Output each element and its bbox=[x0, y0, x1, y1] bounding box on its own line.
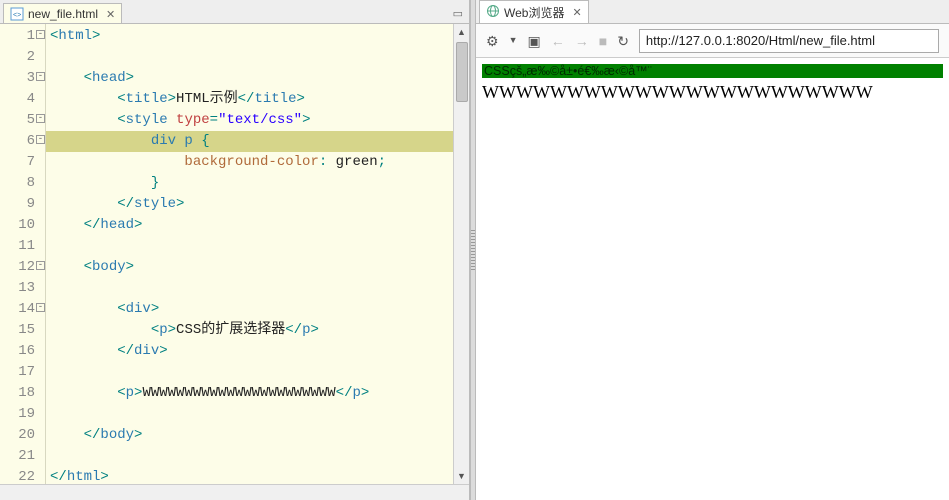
browser-tabbar: Web浏览器 ✕ bbox=[476, 0, 949, 24]
sash-handle-icon bbox=[471, 230, 475, 270]
browser-tab[interactable]: Web浏览器 ✕ bbox=[479, 0, 589, 23]
scroll-thumb[interactable] bbox=[456, 42, 468, 102]
code-line[interactable] bbox=[46, 278, 469, 299]
line-number: 1- bbox=[0, 26, 45, 47]
restore-icon[interactable]: ▭ bbox=[453, 7, 463, 20]
editor-tab-label: new_file.html bbox=[28, 7, 98, 21]
code-line[interactable]: } bbox=[46, 173, 469, 194]
editor-panel: <> new_file.html ✕ ▭ 1-23-45-6-789101112… bbox=[0, 0, 470, 500]
fold-toggle-icon[interactable]: - bbox=[36, 303, 45, 312]
line-number: 9 bbox=[0, 194, 45, 215]
code-area[interactable]: <html> <head> <title>HTML示例</title> <sty… bbox=[46, 24, 469, 484]
code-line[interactable] bbox=[46, 47, 469, 68]
code-line[interactable]: </div> bbox=[46, 341, 469, 362]
code-line[interactable]: <p>WWWWWWWWWWWWWWWWWWWWWWW</p> bbox=[46, 383, 469, 404]
line-number: 11 bbox=[0, 236, 45, 257]
gear-icon[interactable]: ⚙ bbox=[486, 34, 499, 48]
fold-toggle-icon[interactable]: - bbox=[36, 72, 45, 81]
html-file-icon: <> bbox=[10, 7, 24, 21]
line-number: 22 bbox=[0, 467, 45, 484]
terminal-icon[interactable]: ▣ bbox=[527, 34, 540, 48]
line-number: 13 bbox=[0, 278, 45, 299]
vertical-scrollbar[interactable]: ▲ ▼ bbox=[453, 24, 469, 484]
svg-text:<>: <> bbox=[13, 12, 21, 19]
line-number: 14- bbox=[0, 299, 45, 320]
rendered-plain-paragraph: WWWWWWWWWWWWWWWWWWWWWWW bbox=[482, 82, 943, 103]
code-line[interactable] bbox=[46, 236, 469, 257]
url-input[interactable] bbox=[639, 29, 939, 53]
code-line[interactable]: <style type="text/css"> bbox=[46, 110, 469, 131]
line-number: 19 bbox=[0, 404, 45, 425]
close-icon[interactable]: ✕ bbox=[572, 6, 581, 19]
close-icon[interactable]: ✕ bbox=[106, 8, 115, 21]
code-line[interactable] bbox=[46, 404, 469, 425]
reload-icon[interactable]: ↻ bbox=[617, 34, 629, 48]
editor-body: 1-23-45-6-789101112-1314-151617181920212… bbox=[0, 24, 469, 484]
editor-tabbar: <> new_file.html ✕ ▭ bbox=[0, 0, 469, 24]
line-number: 10 bbox=[0, 215, 45, 236]
stop-icon[interactable]: ■ bbox=[599, 34, 607, 48]
browser-panel: Web浏览器 ✕ ⚙ ▼ ▣ ← → ■ ↻ CSSçš„æ‰©å±•é€‰æ‹… bbox=[476, 0, 949, 500]
line-number: 5- bbox=[0, 110, 45, 131]
code-line[interactable] bbox=[46, 362, 469, 383]
scroll-down-icon[interactable]: ▼ bbox=[457, 468, 466, 484]
fold-toggle-icon[interactable]: - bbox=[36, 261, 45, 270]
code-line[interactable]: <body> bbox=[46, 257, 469, 278]
line-number: 7 bbox=[0, 152, 45, 173]
rendered-styled-paragraph: CSSçš„æ‰©å±•é€‰æ‹©å™¨ bbox=[482, 64, 943, 78]
code-line[interactable]: div p { bbox=[46, 131, 469, 152]
line-number: 8 bbox=[0, 173, 45, 194]
line-number: 17 bbox=[0, 362, 45, 383]
line-number: 20 bbox=[0, 425, 45, 446]
page-viewport: CSSçš„æ‰©å±•é€‰æ‹©å™¨ WWWWWWWWWWWWWWWWWW… bbox=[476, 58, 949, 500]
nav-forward-icon[interactable]: → bbox=[575, 34, 589, 48]
horizontal-scrollbar[interactable] bbox=[0, 484, 469, 500]
code-line[interactable]: <div> bbox=[46, 299, 469, 320]
chevron-down-icon[interactable]: ▼ bbox=[509, 36, 518, 45]
fold-toggle-icon[interactable]: - bbox=[36, 114, 45, 123]
nav-back-icon[interactable]: ← bbox=[551, 34, 565, 48]
line-gutter: 1-23-45-6-789101112-1314-151617181920212… bbox=[0, 24, 46, 484]
line-number: 4 bbox=[0, 89, 45, 110]
line-number: 18 bbox=[0, 383, 45, 404]
code-line[interactable] bbox=[46, 446, 469, 467]
code-line[interactable]: </body> bbox=[46, 425, 469, 446]
browser-toolbar: ⚙ ▼ ▣ ← → ■ ↻ bbox=[476, 24, 949, 58]
browser-tab-label: Web浏览器 bbox=[504, 4, 564, 21]
code-line[interactable]: </style> bbox=[46, 194, 469, 215]
line-number: 21 bbox=[0, 446, 45, 467]
scroll-up-icon[interactable]: ▲ bbox=[457, 24, 466, 40]
fold-toggle-icon[interactable]: - bbox=[36, 135, 45, 144]
code-line[interactable]: <html> bbox=[46, 26, 469, 47]
line-number: 3- bbox=[0, 68, 45, 89]
line-number: 6- bbox=[0, 131, 45, 152]
code-line[interactable]: <p>CSS的扩展选择器</p> bbox=[46, 320, 469, 341]
line-number: 12- bbox=[0, 257, 45, 278]
code-line[interactable]: background-color: green; bbox=[46, 152, 469, 173]
fold-toggle-icon[interactable]: - bbox=[36, 30, 45, 39]
line-number: 2 bbox=[0, 47, 45, 68]
code-line[interactable]: </html> bbox=[46, 467, 469, 484]
code-line[interactable]: </head> bbox=[46, 215, 469, 236]
app-root: <> new_file.html ✕ ▭ 1-23-45-6-789101112… bbox=[0, 0, 949, 500]
editor-tab[interactable]: <> new_file.html ✕ bbox=[3, 3, 122, 23]
code-line[interactable]: <head> bbox=[46, 68, 469, 89]
line-number: 16 bbox=[0, 341, 45, 362]
line-number: 15 bbox=[0, 320, 45, 341]
globe-icon bbox=[486, 4, 500, 21]
code-line[interactable]: <title>HTML示例</title> bbox=[46, 89, 469, 110]
